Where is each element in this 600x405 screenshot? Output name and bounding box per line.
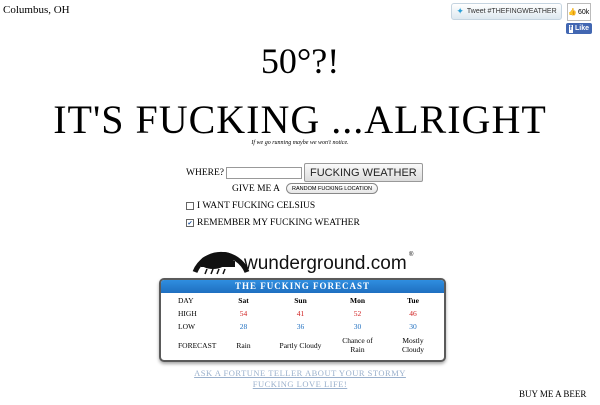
low-header: LOW (178, 322, 196, 331)
remember-checkbox[interactable]: ✔ (186, 219, 194, 227)
tweet-button-label: Tweet #THEFINGWEATHER (466, 8, 557, 15)
cond-mon: Chance of Rain (342, 336, 373, 354)
high-sun: 41 (296, 309, 305, 318)
high-header: HIGH (178, 309, 197, 318)
forecast-table: DAY Sat Sun Mon Tue HIGH 54 41 52 46 LOW… (161, 294, 444, 357)
like-button-label: Like (574, 25, 589, 32)
forecast-header: FORECAST (178, 340, 217, 350)
facebook-like-button[interactable]: f Like (565, 23, 592, 34)
cond-sat: Rain (236, 340, 251, 350)
facebook-like-widget: 👍 60k f Like (565, 3, 592, 34)
weather-headline: IT'S FUCKING ...ALRIGHT (53, 97, 547, 142)
high-sat: 54 (239, 309, 248, 318)
low-mon: 30 (353, 322, 362, 331)
twitter-bird-icon: ✦ (456, 6, 464, 16)
give-me-label: GIVE ME A (232, 183, 281, 194)
low-sun: 36 (296, 322, 305, 331)
forecast-panel: THE FUCKING FORECAST DAY Sat Sun Mon Tue… (159, 278, 446, 362)
day-sun: Sun (294, 296, 307, 305)
celsius-checkbox[interactable] (186, 202, 194, 210)
location-label: Columbus, OH (3, 4, 70, 16)
location-input[interactable] (226, 166, 302, 179)
fucking-weather-button[interactable]: FUCKING WEATHER (304, 163, 423, 182)
random-location-button[interactable]: RANDOM FUCKING LOCATION (286, 183, 378, 194)
day-mon: Mon (350, 296, 365, 305)
high-tue: 46 (409, 309, 417, 318)
day-tue: Tue (407, 296, 419, 305)
remember-row: ✔ REMEMBER MY FUCKING WEATHER (186, 218, 360, 228)
social-buttons: ✦ Tweet #THEFINGWEATHER 👍 60k f Like (451, 3, 592, 34)
thumbs-up-icon: 👍 (568, 9, 578, 16)
wunderground-logo-text[interactable]: wunderground.com (244, 253, 407, 275)
cond-sun: Partly Cloudy (279, 340, 322, 350)
facebook-icon: f (568, 24, 573, 33)
celsius-label: I WANT FUCKING CELSIUS (197, 201, 316, 211)
forecast-title: THE FUCKING FORECAST (161, 280, 444, 293)
where-label: WHERE? (186, 167, 224, 178)
like-count: 60k (578, 8, 590, 16)
registered-mark: ® (409, 252, 414, 258)
temperature: 50°?! (260, 41, 340, 81)
random-location-row: GIVE ME A RANDOM FUCKING LOCATION (232, 183, 378, 194)
buy-me-a-beer-link[interactable]: BUY ME A BEER (519, 389, 586, 399)
cond-tue: Mostly Cloudy (401, 336, 425, 354)
tweet-button[interactable]: ✦ Tweet #THEFINGWEATHER (451, 3, 562, 20)
remember-label: REMEMBER MY FUCKING WEATHER (197, 218, 360, 228)
day-sat: Sat (238, 296, 249, 305)
celsius-row: I WANT FUCKING CELSIUS (186, 201, 315, 211)
where-row: WHERE? FUCKING WEATHER (186, 163, 423, 182)
weather-remark: If we go running maybe we won't notice. (251, 140, 349, 146)
fortune-teller-link[interactable]: ASK A FORTUNE TELLER ABOUT YOUR STORMY F… (190, 368, 410, 390)
low-tue: 30 (409, 322, 417, 331)
low-sat: 28 (239, 322, 248, 331)
like-count-box: 👍 60k (566, 3, 591, 21)
high-mon: 52 (353, 309, 362, 318)
day-header: DAY (178, 296, 194, 305)
